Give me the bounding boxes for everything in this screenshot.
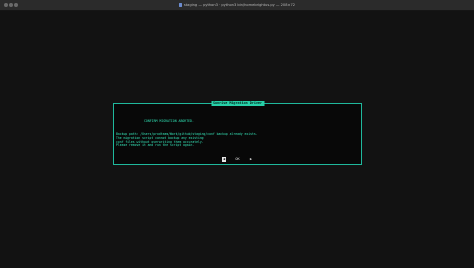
folder-icon — [178, 3, 183, 7]
dialog-message-line: Please remove it and run the script agai… — [116, 143, 195, 148]
previous-button[interactable]: ◀ — [221, 157, 227, 162]
dialog-heading: CONFIRM MIGRATION ABORTED. — [144, 119, 194, 123]
window-title: staging — python3 · python3 bin/homebrig… — [183, 3, 296, 7]
dialog-title: Sunrise Migration Driver — [211, 101, 264, 106]
migration-dialog: Sunrise Migration Driver CONFIRM MIGRATI… — [113, 101, 362, 165]
window-title-area: staging — python3 · python3 bin/homebrig… — [0, 1, 474, 9]
ok-button[interactable]: OK — [234, 157, 240, 162]
next-button[interactable]: ▶ — [249, 157, 253, 162]
dialog-message: Backup path: /Users/prodteam/Work/github… — [116, 132, 258, 148]
title-bar: staging — python3 · python3 bin/homebrig… — [0, 0, 474, 11]
terminal-window: staging — python3 · python3 bin/homebrig… — [0, 0, 474, 268]
dialog-buttons: ◀ OK ▶ — [114, 157, 361, 162]
